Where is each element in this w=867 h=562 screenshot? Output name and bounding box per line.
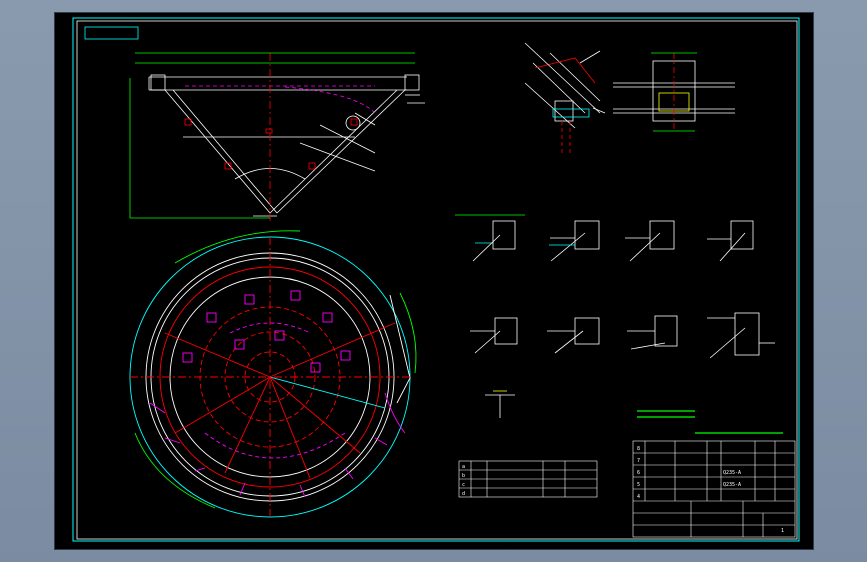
schedule-text: a b c d: [462, 464, 465, 497]
plan-view-nozzles: [182, 290, 351, 373]
title-row-5-number: 4: [637, 494, 640, 500]
drawing-frame-outer: [72, 17, 800, 542]
drawing-code-box: [84, 26, 139, 40]
title-row-4-material: Q235-A: [723, 482, 741, 488]
section-detail-4: [707, 220, 754, 262]
nozzle-schedule-table: [458, 460, 598, 498]
section-detail-1: [455, 214, 525, 262]
section-detail-6: [547, 317, 600, 354]
detail-section-isometric: [524, 42, 606, 153]
section-detail-7: [627, 315, 678, 350]
section-detail-5: [470, 317, 518, 354]
schedule-row-a: a: [462, 464, 465, 470]
cad-drawing: 8 7 6 Q235-A 5 Q235-A 4 1 a b c d: [72, 17, 800, 542]
section-detail-2: [549, 220, 600, 262]
title-row-2-number: 7: [637, 458, 640, 464]
schedule-row-b: b: [462, 473, 465, 479]
cad-viewport[interactable]: 8 7 6 Q235-A 5 Q235-A 4 1 a b c d: [54, 12, 814, 550]
title-block: [632, 440, 796, 538]
detail-section-flange: [613, 52, 735, 132]
section-detail-3: [625, 220, 675, 262]
title-row-3-material: Q235-A: [723, 470, 741, 476]
sheet-number: 1: [781, 528, 784, 534]
section-detail-tee: [485, 390, 515, 418]
front-view: [129, 52, 425, 223]
title-block-text: 8 7 6 Q235-A 5 Q235-A 4 1: [637, 446, 784, 534]
section-detail-8: [707, 312, 775, 359]
technical-notes: [637, 410, 783, 434]
title-row-3-number: 6: [637, 470, 640, 476]
section-details: [455, 214, 775, 418]
schedule-row-c: c: [462, 482, 465, 488]
title-row-4-number: 5: [637, 482, 640, 488]
plan-view: [129, 230, 417, 518]
title-row-1-number: 8: [637, 446, 640, 452]
schedule-row-d: d: [462, 491, 465, 497]
